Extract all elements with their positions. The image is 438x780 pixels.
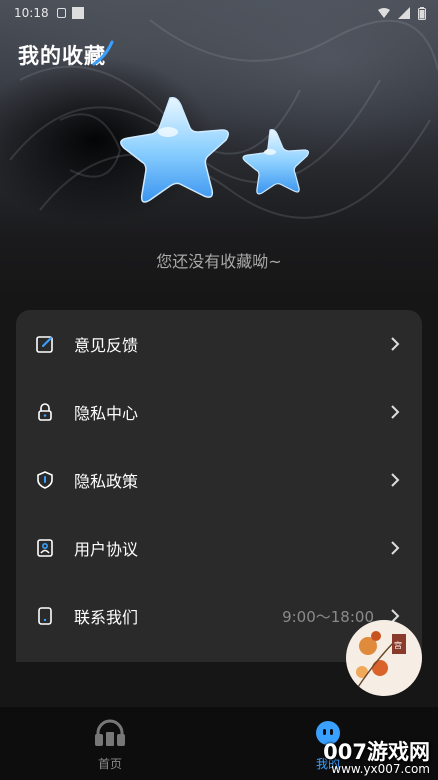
notification-icon — [71, 7, 84, 19]
battery-icon — [418, 6, 426, 20]
user-badge-icon — [34, 537, 56, 559]
notification-icon — [56, 8, 66, 18]
wifi-icon — [378, 8, 390, 18]
tab-label: 首页 — [97, 757, 122, 771]
watermark-url: www.yx007.com — [331, 762, 430, 776]
menu-item-label: 隐私中心 — [74, 404, 139, 423]
shield-icon — [34, 469, 56, 491]
menu-item-user-agreement[interactable]: 用户协议 — [16, 514, 422, 582]
menu-item-label: 用户协议 — [74, 540, 139, 559]
chevron-right-icon — [391, 541, 400, 555]
settings-menu: 意见反馈 隐私中心 隐私政策 用户协议 联系我们 9:00～18:00 — [16, 310, 422, 662]
floating-ad-badge[interactable]: 宫 — [346, 620, 422, 696]
empty-favorites-text: 您还没有收藏呦~ — [156, 252, 282, 271]
menu-item-label: 意见反馈 — [74, 336, 139, 355]
chevron-right-icon — [391, 337, 400, 351]
flower-illustration-icon: 宫 — [355, 631, 406, 691]
menu-item-label: 联系我们 — [74, 608, 139, 627]
status-bar: 10:18 — [0, 0, 438, 26]
menu-item-privacy-policy[interactable]: 隐私政策 — [16, 446, 422, 514]
phone-icon — [34, 605, 56, 627]
signal-icon — [398, 7, 410, 19]
contact-hours: 9:00～18:00 — [282, 607, 374, 626]
menu-item-privacy-center[interactable]: 隐私中心 — [16, 378, 422, 446]
menu-item-feedback[interactable]: 意见反馈 — [16, 310, 422, 378]
menu-item-label: 隐私政策 — [74, 472, 139, 491]
chevron-right-icon — [391, 473, 400, 487]
status-time: 10:18 — [14, 6, 49, 20]
lock-icon — [34, 401, 56, 423]
chevron-right-icon — [391, 405, 400, 419]
title-swoosh-decoration — [92, 40, 114, 66]
feedback-icon — [34, 333, 56, 355]
headphones-icon — [95, 719, 125, 746]
svg-text:宫: 宫 — [394, 640, 402, 650]
tab-home[interactable]: 首页 — [70, 719, 150, 772]
stars-illustration — [120, 96, 310, 203]
